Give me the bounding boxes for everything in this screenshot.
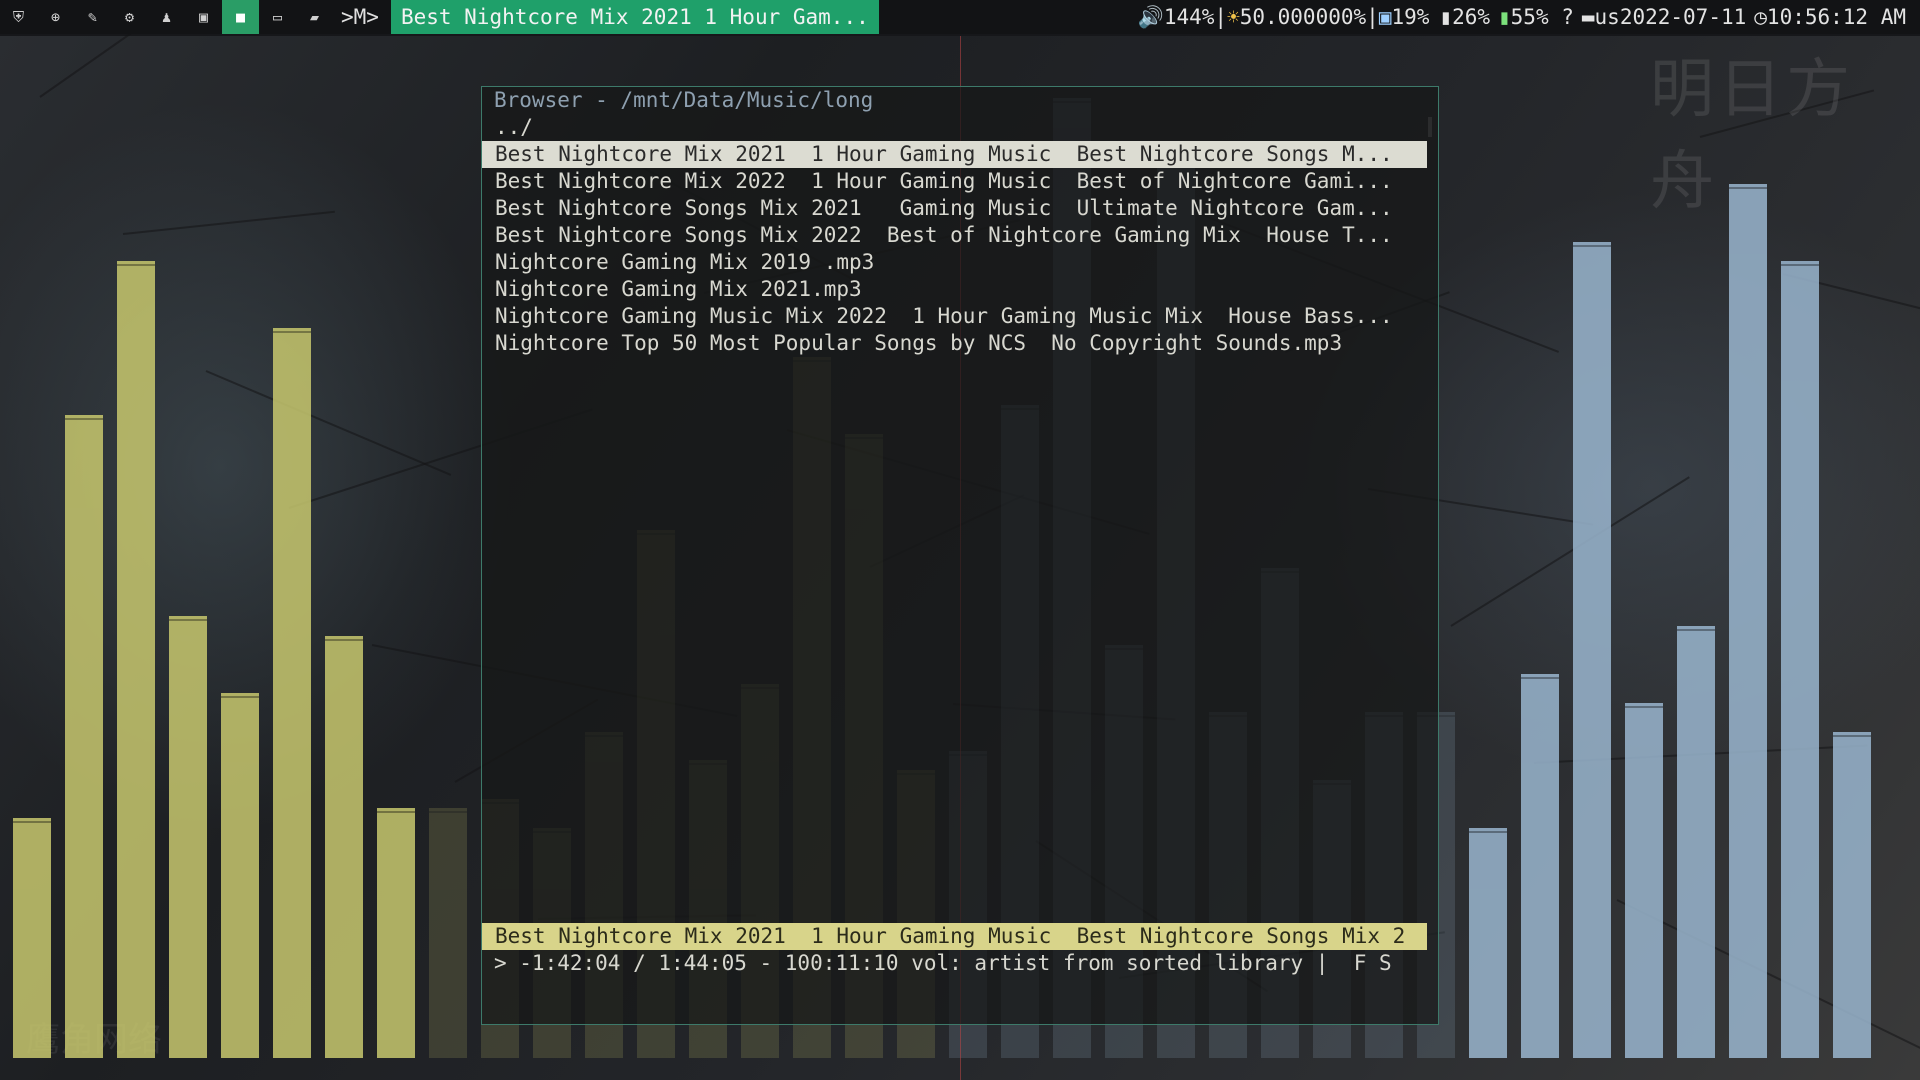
workspace-3-button[interactable]: ✎ xyxy=(74,0,111,34)
status-bar: ⛨ ⊕ ✎ ⚙ ♟ ▣ ■ ▭ ▰ >M> Best Nightcore Mix 2021 1 … xyxy=(0,0,1920,34)
wallpaper-streak xyxy=(1450,476,1690,627)
workspace-5-button[interactable]: ♟ xyxy=(148,0,185,34)
separator: | xyxy=(1214,4,1228,29)
separator: | xyxy=(1366,4,1379,29)
volume-value: 144% xyxy=(1163,4,1215,29)
file-entry[interactable]: Nightcore Gaming Mix 2021.mp3 xyxy=(482,276,1427,303)
file-entry[interactable]: Best Nightcore Mix 2022 1 Hour Gaming Mu… xyxy=(482,168,1427,195)
memory-value: 26% xyxy=(1452,4,1490,29)
clock-icon: ◷ xyxy=(1754,4,1767,29)
wallpaper-streak xyxy=(1616,899,1920,1071)
folder-icon: ▰ xyxy=(309,8,320,26)
file-entry[interactable]: Nightcore Gaming Music Mix 2022 1 Hour G… xyxy=(482,303,1427,330)
parent-directory-entry[interactable]: ../ xyxy=(482,114,1427,141)
workspace-list: ⛨ ⊕ ✎ ⚙ ♟ ▣ ■ ▭ ▰ xyxy=(0,0,333,34)
sun-icon: ☀ xyxy=(1227,4,1240,29)
wallpaper-watermark: 鹰角网络 xyxy=(26,1020,162,1060)
time-value: 10:56:12 AM xyxy=(1766,4,1906,29)
layout-indicator[interactable]: >M> xyxy=(333,5,391,29)
workspace-6-button[interactable]: ▣ xyxy=(185,0,222,34)
workspace-9-button[interactable]: ▰ xyxy=(296,0,333,34)
file-entry[interactable]: Best Nightcore Songs Mix 2022 Best of Ni… xyxy=(482,222,1427,249)
robot-icon: ▣ xyxy=(1378,4,1392,29)
date-value: 2022-07-11 xyxy=(1619,4,1747,29)
now-playing-bar: Best Nightcore Mix 2021 1 Hour Gaming Mu… xyxy=(482,923,1427,950)
file-entry[interactable]: Nightcore Top 50 Most Popular Songs by N… xyxy=(482,330,1427,357)
brightness-value: 50.000000% xyxy=(1239,4,1367,29)
battery-value: 55% ? xyxy=(1510,4,1574,29)
workspace-1-button[interactable]: ⛨ xyxy=(0,0,37,34)
keyboard-icon: ▬ xyxy=(1581,4,1595,29)
settings-icon: ⚙ xyxy=(124,8,135,26)
workspace-4-button[interactable]: ⚙ xyxy=(111,0,148,34)
workspace-7-button[interactable]: ■ xyxy=(222,0,259,34)
playback-status-line: > -1:42:04 / 1:44:05 - 100:11:10 vol: ar… xyxy=(494,951,1392,975)
wallpaper-streak xyxy=(205,370,452,476)
keyboard-layout: us xyxy=(1594,4,1620,29)
focused-window-title: Best Nightcore Mix 2021 1 Hour Gam... xyxy=(390,0,879,34)
scrollbar[interactable] xyxy=(1428,117,1432,137)
battery-icon: ▮ xyxy=(1498,4,1511,29)
browser-header: Browser - /mnt/Data/Music/long xyxy=(494,88,874,112)
video-icon: ■ xyxy=(235,8,246,26)
system-status: 🔊 144% | ☀ 50.000000% | ▣ 19% ▮ 26% ▮ 55… xyxy=(1138,5,1920,30)
wallpaper-streak xyxy=(122,210,335,235)
shield-icon: ⛨ xyxy=(12,8,25,26)
globe-icon: ⊕ xyxy=(50,8,61,26)
workspace-8-button[interactable]: ▭ xyxy=(259,0,296,34)
wallpaper-streak xyxy=(1533,744,1868,764)
wallpaper-streak xyxy=(1782,273,1920,332)
file-entry[interactable]: Best Nightcore Songs Mix 2021 Gaming Mus… xyxy=(482,195,1427,222)
user-icon: ♟ xyxy=(161,8,172,26)
terminal-window[interactable]: Browser - /mnt/Data/Music/long ../ Best … xyxy=(481,86,1439,1025)
memory-icon: ▮ xyxy=(1439,4,1453,29)
image-icon: ▣ xyxy=(198,8,209,26)
workspace-2-button[interactable]: ⊕ xyxy=(37,0,74,34)
file-entry[interactable]: Best Nightcore Mix 2021 1 Hour Gaming Mu… xyxy=(482,141,1427,168)
cpu-value: 19% xyxy=(1391,4,1430,29)
monitor-icon: ▭ xyxy=(272,8,283,26)
file-entry[interactable]: Nightcore Gaming Mix 2019 .mp3 xyxy=(482,249,1427,276)
wallpaper-logo: 明日方舟 xyxy=(1650,53,1854,219)
pen-icon: ✎ xyxy=(87,8,98,26)
speaker-icon: 🔊 xyxy=(1137,4,1164,29)
